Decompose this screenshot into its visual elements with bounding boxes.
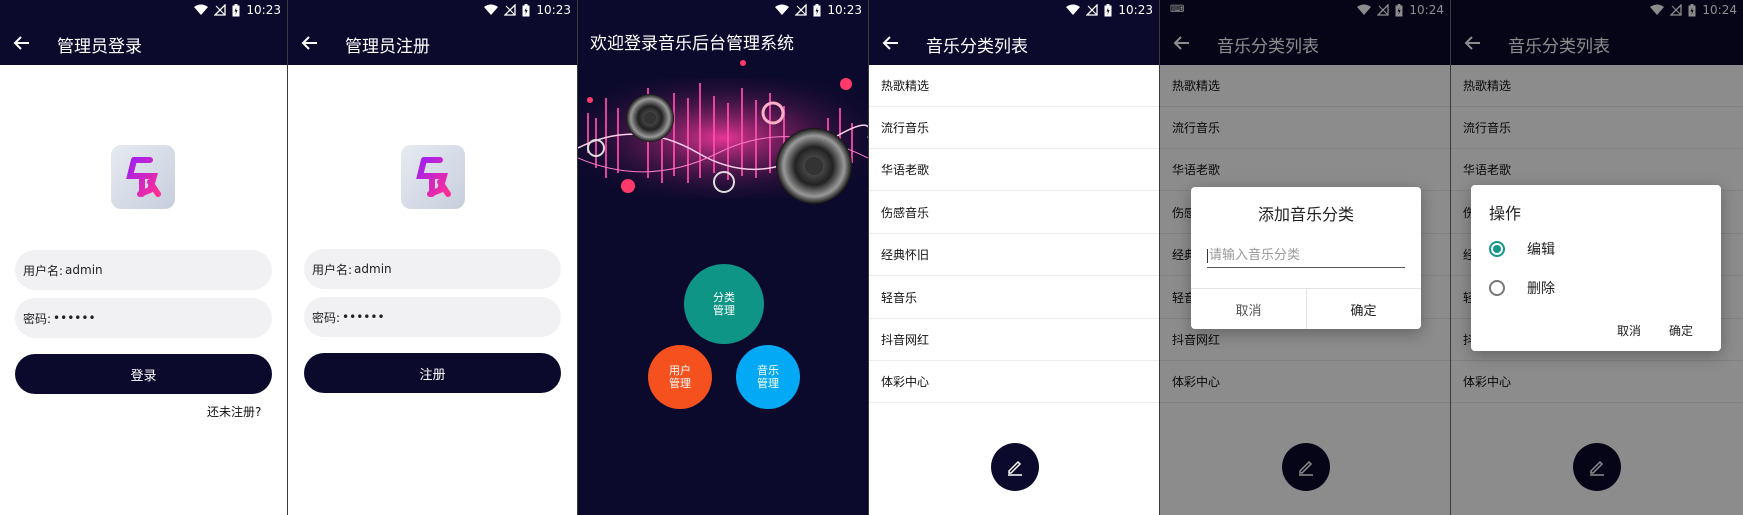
list-item[interactable]: 热歌精选 [869, 65, 1159, 107]
list-item[interactable]: 轻音乐 [869, 277, 1159, 319]
dialog-title: 操作 [1489, 204, 1522, 223]
list-item[interactable]: 经典怀旧 [869, 234, 1159, 276]
battery-charging-icon [232, 3, 240, 16]
toolbar: 音乐分类列表 [869, 21, 1159, 65]
app-logo [401, 145, 465, 209]
add-category-dialog: 添加音乐分类 请输入音乐分类 取消 确定 [1191, 187, 1421, 329]
battery-charging-icon [522, 3, 530, 16]
page-title: 欢迎登录音乐后台管理系统 [590, 34, 794, 54]
edit-option[interactable]: 编辑 [1489, 239, 1555, 259]
list-item[interactable]: 伤感音乐 [869, 192, 1159, 234]
delete-option[interactable]: 删除 [1489, 278, 1555, 298]
page-title: 管理员注册 [345, 37, 430, 57]
no-signal-icon [795, 4, 808, 16]
wifi-icon [775, 4, 790, 15]
status-bar: 10:23 [869, 0, 1159, 21]
radio-selected-icon[interactable] [1489, 241, 1505, 257]
list-item[interactable]: 抖音网红 [869, 319, 1159, 361]
status-time: 10:23 [827, 3, 862, 17]
music-logo-icon [126, 157, 161, 197]
home-screen: 10:23 欢迎登录音乐后台管理系统 分类 管理 用户 管理 音乐 管理 [578, 0, 868, 515]
confirm-button[interactable]: 确定 [1661, 322, 1701, 339]
cancel-button[interactable]: 取消 [1609, 322, 1649, 339]
operation-dialog: 操作 编辑 删除 取消 确定 [1471, 185, 1721, 351]
battery-charging-icon [1104, 3, 1112, 16]
add-category-screen: ⌨ 10:24 音乐分类列表 热歌精选 流行音乐 华语老歌 伤感音乐 经典怀旧 … [1160, 0, 1450, 515]
login-screen: 10:23 管理员登录 用户名: admin 密码: •••••• 登录 还未注… [0, 0, 287, 515]
username-value: admin [354, 262, 392, 276]
username-value: admin [65, 263, 103, 277]
radio-unselected-icon[interactable] [1489, 280, 1505, 296]
category-list-screen: 10:23 音乐分类列表 热歌精选 流行音乐 华语老歌 伤感音乐 经典怀旧 轻音… [869, 0, 1159, 515]
page-title: 音乐分类列表 [926, 37, 1028, 57]
operation-screen: 10:24 音乐分类列表 热歌精选 流行音乐 华语老歌 伤感音乐 经典怀旧 轻音… [1451, 0, 1743, 515]
edit-option-label: 编辑 [1527, 242, 1555, 258]
status-bar: 10:23 [288, 0, 577, 21]
music-banner-image [578, 60, 868, 204]
app-logo [111, 145, 175, 209]
page-title: 管理员登录 [57, 37, 142, 57]
username-field[interactable]: 用户名: admin [304, 249, 561, 289]
confirm-button[interactable]: 确定 [1306, 300, 1421, 319]
cancel-button[interactable]: 取消 [1191, 300, 1306, 319]
list-item[interactable]: 华语老歌 [869, 149, 1159, 191]
username-label: 用户名: [312, 262, 353, 277]
list-item[interactable]: 流行音乐 [869, 107, 1159, 149]
music-logo-icon [416, 157, 451, 197]
edit-fab-button[interactable] [991, 443, 1039, 491]
password-label: 密码: [312, 310, 341, 325]
password-value: •••••• [53, 311, 96, 325]
delete-option-label: 删除 [1527, 281, 1555, 297]
back-arrow-icon[interactable] [12, 33, 32, 53]
back-arrow-icon[interactable] [300, 33, 320, 53]
register-button[interactable]: 注册 [304, 353, 561, 393]
login-button[interactable]: 登录 [15, 354, 272, 394]
status-time: 10:23 [536, 3, 571, 17]
music-manage-button[interactable]: 音乐 管理 [736, 345, 800, 409]
username-field[interactable]: 用户名: admin [15, 250, 272, 290]
status-bar: 10:23 [578, 0, 868, 21]
edit-icon [1008, 460, 1022, 476]
register-screen: 10:23 管理员注册 用户名: admin 密码: •••••• 注册 [288, 0, 577, 515]
user-manage-button[interactable]: 用户 管理 [648, 345, 712, 409]
no-signal-icon [214, 4, 227, 16]
input-placeholder: 请输入音乐分类 [1209, 248, 1301, 263]
category-manage-button[interactable]: 分类 管理 [684, 264, 764, 344]
wifi-icon [194, 4, 209, 15]
toolbar: 管理员登录 [0, 21, 287, 65]
password-value: •••••• [342, 310, 385, 324]
toolbar: 管理员注册 [288, 21, 577, 65]
back-arrow-icon[interactable] [881, 33, 901, 53]
password-label: 密码: [23, 311, 52, 326]
category-name-input[interactable]: 请输入音乐分类 [1207, 244, 1405, 268]
no-signal-icon [1086, 4, 1099, 16]
password-field[interactable]: 密码: •••••• [304, 297, 561, 337]
dialog-title: 添加音乐分类 [1258, 205, 1355, 224]
battery-charging-icon [813, 3, 821, 16]
wifi-icon [484, 4, 499, 15]
wifi-icon [1066, 4, 1081, 15]
list-item[interactable]: 体彩中心 [869, 361, 1159, 403]
no-signal-icon [504, 4, 517, 16]
password-field[interactable]: 密码: •••••• [15, 298, 272, 338]
register-link[interactable]: 还未注册? [207, 403, 261, 420]
status-bar: 10:23 [0, 0, 287, 21]
status-time: 10:23 [1118, 3, 1153, 17]
status-time: 10:23 [246, 3, 281, 17]
username-label: 用户名: [23, 263, 64, 278]
text-caret [1207, 248, 1208, 263]
